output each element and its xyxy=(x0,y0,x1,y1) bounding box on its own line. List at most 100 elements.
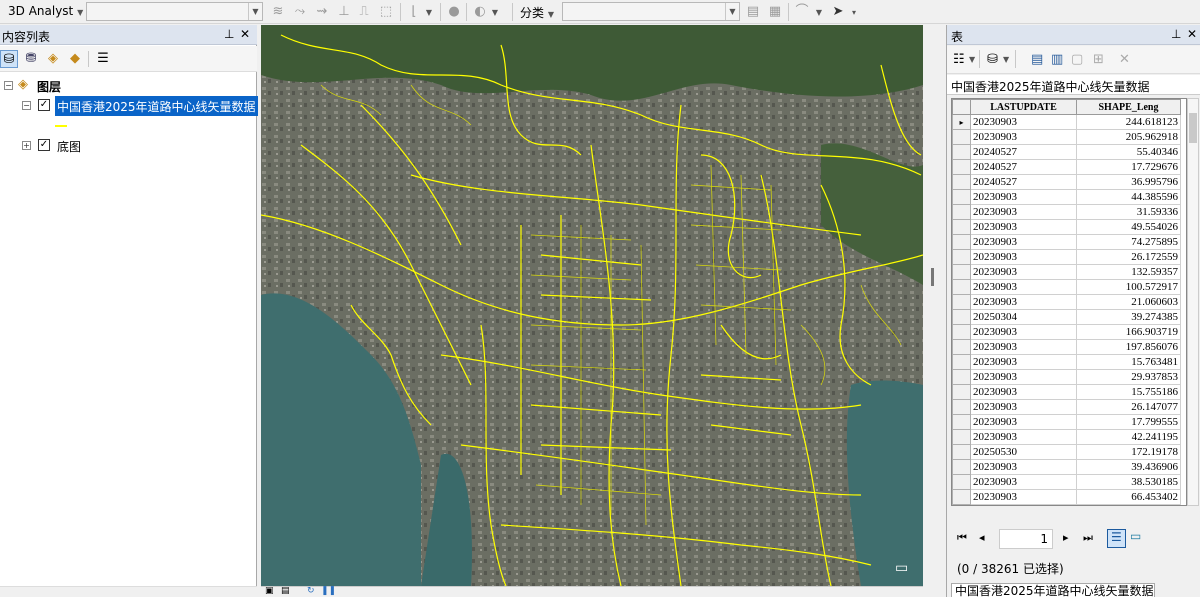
cell-lastupdate[interactable]: 20230903 xyxy=(970,369,1077,385)
map-canvas[interactable] xyxy=(261,25,923,586)
table-row[interactable]: 20230903 49.554026 xyxy=(952,219,1181,235)
list-by-selection-icon[interactable]: ◆ xyxy=(66,50,84,68)
table-row[interactable]: 20230903 166.903719 xyxy=(952,324,1181,340)
3d-analyst-menu[interactable]: 3D Analyst ▼ xyxy=(8,4,83,18)
cell-shape-leng[interactable]: 74.275895 xyxy=(1076,234,1181,250)
last-record-icon[interactable]: ⏭ xyxy=(1083,531,1093,545)
cell-lastupdate[interactable]: 20230903 xyxy=(970,339,1077,355)
contour-icon[interactable]: ≋ xyxy=(270,4,286,20)
table-row[interactable]: ▸ 20230903 244.618123 xyxy=(952,114,1181,130)
data-view-icon[interactable]: ▤ xyxy=(281,586,290,596)
pause-icon[interactable]: ❚❚ xyxy=(321,586,336,596)
cell-shape-leng[interactable]: 17.799555 xyxy=(1076,414,1181,430)
row-selector[interactable] xyxy=(952,399,971,415)
cell-shape-leng[interactable]: 55.40346 xyxy=(1076,144,1181,160)
table-row[interactable]: 20230903 17.799555 xyxy=(952,414,1181,430)
chevron-down-icon[interactable]: ▼ xyxy=(814,4,824,20)
row-selector[interactable] xyxy=(952,129,971,145)
list-by-source-icon[interactable]: ⛃ xyxy=(22,50,40,68)
clear-selection-icon[interactable]: ▢ xyxy=(1071,52,1083,67)
cell-lastupdate[interactable]: 20230903 xyxy=(970,264,1077,280)
classify-combo[interactable]: ▼ xyxy=(562,2,740,21)
layer-symbol-line[interactable] xyxy=(55,125,67,127)
zoom-to-selected-icon[interactable]: ⊞ xyxy=(1093,52,1104,67)
cell-shape-leng[interactable]: 172.19178 xyxy=(1076,444,1181,460)
chevron-down-icon[interactable]: ▼ xyxy=(490,4,500,20)
cell-shape-leng[interactable]: 21.060603 xyxy=(1076,294,1181,310)
layers-root-label[interactable]: 图层 xyxy=(37,78,61,95)
row-selector[interactable] xyxy=(952,174,971,190)
table-row[interactable]: 20240527 36.995796 xyxy=(952,174,1181,190)
previous-record-icon[interactable]: ◂ xyxy=(979,531,985,544)
layer-visibility-checkbox[interactable]: ✓ xyxy=(38,99,50,111)
cell-lastupdate[interactable]: 20230903 xyxy=(970,249,1077,265)
table-row[interactable]: 20230903 39.436906 xyxy=(952,459,1181,475)
table-row[interactable]: 20230903 44.385596 xyxy=(952,189,1181,205)
refresh-icon[interactable]: ↻ xyxy=(307,586,315,596)
profile-graph-icon[interactable]: ⌊ xyxy=(406,4,422,20)
splitter-grip[interactable] xyxy=(931,268,934,286)
cell-lastupdate[interactable]: 20250530 xyxy=(970,444,1077,460)
classify-menu[interactable]: 分类 ▼ xyxy=(520,4,554,21)
horizontal-scrollbar[interactable] xyxy=(0,586,257,597)
show-all-records-button[interactable]: ☰ xyxy=(1107,529,1126,548)
cell-shape-leng[interactable]: 244.618123 xyxy=(1076,114,1181,130)
table-row[interactable]: 20230903 38.530185 xyxy=(952,474,1181,490)
expand-icon[interactable]: + xyxy=(22,141,31,150)
table-row[interactable]: 20230903 29.937853 xyxy=(952,369,1181,385)
cell-lastupdate[interactable]: 20230903 xyxy=(970,459,1077,475)
cell-shape-leng[interactable]: 26.147077 xyxy=(1076,399,1181,415)
row-selector[interactable] xyxy=(952,249,971,265)
cell-lastupdate[interactable]: 20240527 xyxy=(970,159,1077,175)
cell-shape-leng[interactable]: 66.453402 xyxy=(1076,489,1181,505)
cell-lastupdate[interactable]: 20230903 xyxy=(970,234,1077,250)
close-icon[interactable]: ✕ xyxy=(240,27,250,41)
cell-shape-leng[interactable]: 100.572917 xyxy=(1076,279,1181,295)
cell-lastupdate[interactable]: 20230903 xyxy=(970,429,1077,445)
layer-visibility-checkbox[interactable]: ✓ xyxy=(38,139,50,151)
cell-lastupdate[interactable]: 20230903 xyxy=(970,189,1077,205)
cell-shape-leng[interactable]: 166.903719 xyxy=(1076,324,1181,340)
segment-icon[interactable]: ▦ xyxy=(767,4,783,20)
cell-shape-leng[interactable]: 38.530185 xyxy=(1076,474,1181,490)
pin-icon[interactable]: ⊥ xyxy=(1171,27,1181,41)
row-selector[interactable]: ▸ xyxy=(952,114,971,130)
collapse-icon[interactable]: − xyxy=(22,101,31,110)
cell-lastupdate[interactable]: 20230903 xyxy=(970,384,1077,400)
cell-lastupdate[interactable]: 20230903 xyxy=(970,294,1077,310)
cell-lastupdate[interactable]: 20230903 xyxy=(970,414,1077,430)
interpolate-line-icon[interactable]: ⎍ xyxy=(356,4,372,20)
show-selected-records-button[interactable]: ▭ xyxy=(1130,529,1146,545)
row-selector[interactable] xyxy=(952,279,971,295)
cell-shape-leng[interactable]: 26.172559 xyxy=(1076,249,1181,265)
table-row[interactable]: 20230903 132.59357 xyxy=(952,264,1181,280)
row-selector[interactable] xyxy=(952,339,971,355)
cell-shape-leng[interactable]: 15.755186 xyxy=(1076,384,1181,400)
table-row[interactable]: 20230903 100.572917 xyxy=(952,279,1181,295)
chevron-down-icon[interactable]: ▼ xyxy=(424,4,434,20)
cell-lastupdate[interactable]: 20230903 xyxy=(970,324,1077,340)
cell-lastupdate[interactable]: 20230903 xyxy=(970,354,1077,370)
scene-icon[interactable]: ◐ xyxy=(472,4,488,20)
layer-combo[interactable]: ▼ xyxy=(86,2,263,21)
layer-name-basemap[interactable]: 底图 xyxy=(57,138,81,155)
cell-lastupdate[interactable]: 20230903 xyxy=(970,114,1077,130)
cell-shape-leng[interactable]: 44.385596 xyxy=(1076,189,1181,205)
list-by-drawing-order-icon[interactable]: ⛁ xyxy=(0,50,18,68)
table-row[interactable]: 20230903 26.147077 xyxy=(952,399,1181,415)
map-view[interactable]: ▭ xyxy=(261,25,923,586)
cell-shape-leng[interactable]: 205.962918 xyxy=(1076,129,1181,145)
cell-shape-leng[interactable]: 31.59336 xyxy=(1076,204,1181,220)
row-selector[interactable] xyxy=(952,429,971,445)
cell-lastupdate[interactable]: 20230903 xyxy=(970,129,1077,145)
row-selector[interactable] xyxy=(952,444,971,460)
table-row[interactable]: 20240527 55.40346 xyxy=(952,144,1181,160)
attribute-grid[interactable]: LASTUPDATE SHAPE_Leng ▸ 20230903 244.61812… xyxy=(951,98,1187,506)
related-tables-icon[interactable]: ⛁ xyxy=(987,52,998,67)
collapse-icon[interactable]: − xyxy=(4,81,13,90)
table-row[interactable]: 20230903 15.755186 xyxy=(952,384,1181,400)
row-selector[interactable] xyxy=(952,474,971,490)
line-of-sight-icon[interactable]: ⇝ xyxy=(314,4,330,20)
layer-name-roads[interactable]: 中国香港2025年道路中心线矢量数据 xyxy=(55,96,258,116)
cell-lastupdate[interactable]: 20240527 xyxy=(970,144,1077,160)
